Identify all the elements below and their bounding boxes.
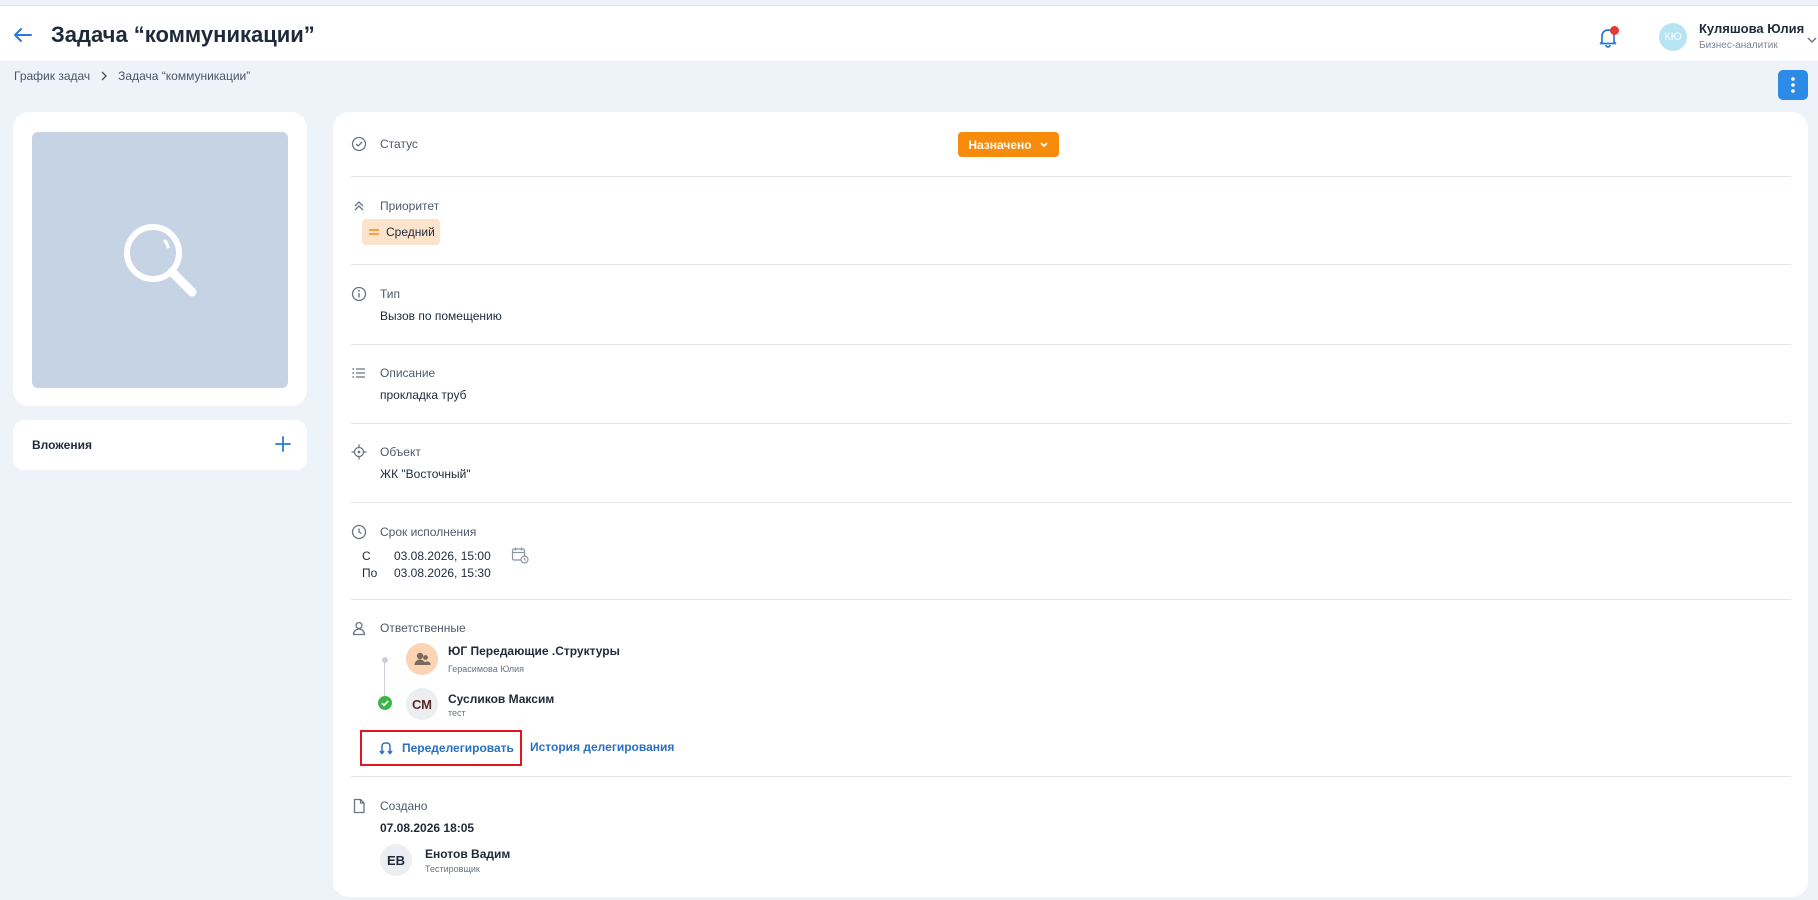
deadline-to-label: По bbox=[362, 566, 378, 580]
check-circle-icon bbox=[351, 136, 367, 152]
divider bbox=[351, 502, 1791, 503]
status-label: Статус bbox=[380, 137, 418, 151]
divider bbox=[351, 344, 1791, 345]
document-icon bbox=[353, 798, 365, 814]
responsible-2-avatar: СМ bbox=[406, 688, 438, 720]
task-image-placeholder[interactable] bbox=[32, 132, 288, 388]
object-label: Объект bbox=[380, 445, 421, 459]
created-datetime: 07.08.2026 18:05 bbox=[380, 821, 475, 835]
type-value: Вызов по помещению bbox=[380, 309, 502, 323]
back-button[interactable] bbox=[10, 22, 36, 48]
search-icon bbox=[124, 224, 197, 297]
deadline-from-row: С 03.08.2026, 15:00 bbox=[362, 549, 491, 563]
deadline-to-row: По 03.08.2026, 15:30 bbox=[362, 566, 491, 580]
responsible-2-sub: тест bbox=[448, 708, 466, 718]
divider bbox=[351, 776, 1791, 777]
status-dropdown[interactable]: Назначено bbox=[958, 132, 1059, 157]
equals-icon bbox=[369, 229, 379, 235]
more-actions-button[interactable] bbox=[1778, 70, 1808, 100]
object-value: ЖК "Восточный" bbox=[380, 467, 471, 481]
add-attachment-button[interactable] bbox=[271, 432, 295, 456]
deadline-label: Срок исполнения bbox=[380, 525, 477, 539]
redelegate-icon bbox=[379, 742, 393, 755]
group-icon bbox=[414, 652, 431, 665]
divider bbox=[351, 264, 1791, 265]
user-avatar[interactable]: КЮ bbox=[1659, 23, 1687, 51]
divider bbox=[351, 599, 1791, 600]
priority-badge: Средний bbox=[362, 219, 440, 245]
target-icon bbox=[351, 444, 367, 460]
header: Задача “коммуникации” КЮ Куляшова Юлия Б… bbox=[0, 5, 1818, 61]
chevron-right-icon bbox=[101, 71, 108, 81]
author-avatar: ЕВ bbox=[380, 844, 412, 876]
user-icon bbox=[352, 621, 366, 636]
delegation-tree-line bbox=[384, 660, 385, 700]
deadline-to-value: 03.08.2026, 15:30 bbox=[394, 566, 491, 580]
responsible-1-name: ЮГ Передающие .Структуры bbox=[448, 644, 620, 658]
check-done-icon bbox=[378, 696, 392, 710]
arrow-left-icon bbox=[14, 28, 32, 42]
task-details-card: Статус Назначено Приоритет Средний Тип В… bbox=[333, 112, 1808, 897]
description-label: Описание bbox=[380, 366, 436, 380]
divider bbox=[351, 423, 1791, 424]
clock-icon bbox=[351, 524, 367, 540]
task-image-card bbox=[13, 112, 307, 406]
created-label: Создано bbox=[380, 799, 428, 813]
plus-icon bbox=[275, 436, 291, 452]
priority-up-icon bbox=[354, 201, 364, 211]
deadline-from-value: 03.08.2026, 15:00 bbox=[394, 549, 491, 563]
author-name: Енотов Вадим bbox=[425, 847, 511, 861]
notification-badge bbox=[1610, 26, 1619, 35]
responsible-label: Ответственные bbox=[380, 621, 466, 635]
attachments-label: Вложения bbox=[32, 438, 92, 452]
page-title: Задача “коммуникации” bbox=[51, 22, 315, 47]
description-value: прокладка труб bbox=[380, 388, 467, 402]
info-icon bbox=[351, 286, 367, 302]
chevron-down-icon bbox=[1040, 141, 1048, 147]
group-avatar bbox=[406, 643, 438, 675]
author-role: Тестировщик bbox=[425, 864, 480, 874]
attachments-card: Вложения bbox=[13, 420, 307, 470]
chevron-down-icon bbox=[1807, 37, 1817, 44]
delegation-history-link[interactable]: История делегирования bbox=[530, 740, 674, 754]
type-label: Тип bbox=[380, 287, 401, 301]
redelegate-button[interactable]: Переделегировать bbox=[360, 730, 522, 766]
priority-label: Приоритет bbox=[380, 199, 440, 213]
responsible-1-sub: Герасимова Юлия bbox=[448, 664, 525, 674]
user-menu-chevron[interactable] bbox=[1806, 32, 1818, 44]
divider bbox=[351, 176, 1791, 177]
calendar-icon bbox=[511, 547, 529, 564]
priority-value: Средний bbox=[386, 225, 435, 239]
deadline-from-label: С bbox=[362, 549, 371, 563]
breadcrumb-item-current: Задача “коммуникации” bbox=[118, 69, 251, 83]
user-name[interactable]: Куляшова Юлия bbox=[1699, 21, 1804, 36]
user-role: Бизнес-аналитик bbox=[1699, 40, 1778, 51]
calendar-button[interactable] bbox=[511, 546, 529, 564]
responsible-2-name: Сусликов Максим bbox=[448, 692, 555, 706]
delegation-tree-node bbox=[382, 657, 388, 663]
breadcrumb-item-task-schedule[interactable]: График задач bbox=[14, 69, 90, 83]
status-value: Назначено bbox=[968, 137, 1032, 152]
breadcrumb: График задач Задача “коммуникации” bbox=[14, 69, 250, 83]
list-icon bbox=[352, 368, 365, 378]
kebab-menu-icon bbox=[1791, 77, 1795, 93]
redelegate-label: Переделегировать bbox=[402, 741, 514, 755]
